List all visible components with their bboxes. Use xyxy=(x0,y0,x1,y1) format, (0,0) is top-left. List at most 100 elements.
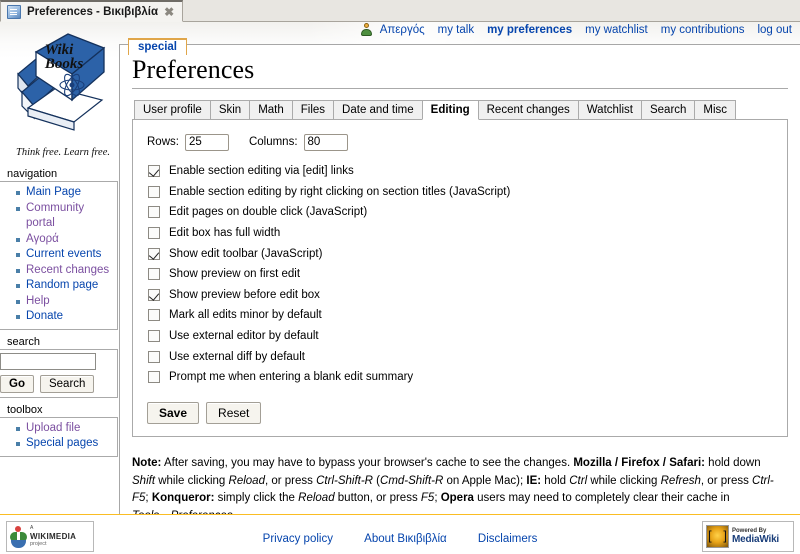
note-key-ctrl-shift-r: Ctrl-Shift-R xyxy=(316,474,373,487)
svg-text:Books: Books xyxy=(44,56,84,72)
personal-link-username[interactable]: Απεργός xyxy=(380,24,425,36)
tab-files[interactable]: Files xyxy=(291,99,335,120)
rows-input[interactable] xyxy=(184,133,229,151)
checkbox-show-preview-before-edit-box[interactable] xyxy=(148,288,160,301)
checkbox-show-preview-on-first-edit[interactable] xyxy=(148,268,160,281)
checkbox-mark-edits-minor[interactable] xyxy=(148,309,160,322)
tab-skin[interactable]: Skin xyxy=(209,99,251,120)
browser-tab-title: Preferences - Βικιβιβλία xyxy=(27,5,159,18)
sidebar-link-recent-changes[interactable]: Recent changes xyxy=(26,264,109,276)
toolbox-item-special-pages[interactable]: Special pages xyxy=(16,436,113,452)
namespace-tab-special[interactable]: special xyxy=(128,38,187,55)
footer-link-privacy-policy[interactable]: Privacy policy xyxy=(263,533,333,545)
personal-link-my-contributions[interactable]: my contributions xyxy=(661,24,745,36)
note-key-shift: Shift xyxy=(132,474,156,487)
option-row-show-edit-toolbar: Show edit toolbar (JavaScript) xyxy=(147,243,777,264)
wikibooks-logo-icon: Wiki Books xyxy=(17,33,106,131)
sidebar-link-main-page[interactable]: Main Page xyxy=(26,186,81,198)
page-title: Preferences xyxy=(132,55,788,89)
close-icon[interactable]: ✖ xyxy=(164,6,174,18)
browser-tab-strip: Preferences - Βικιβιβλία ✖ xyxy=(0,0,800,22)
note-text: on Apple Mac); xyxy=(443,474,527,487)
option-row-external-editor: Use external editor by default xyxy=(147,326,777,347)
option-row-edit-double-click: Edit pages on double click (JavaScript) xyxy=(147,202,777,223)
footer-link-disclaimers[interactable]: Disclaimers xyxy=(478,533,537,545)
checkbox-show-edit-toolbar[interactable] xyxy=(148,247,160,260)
option-row-section-edit-right-click: Enable section editing by right clicking… xyxy=(147,181,777,202)
tab-misc[interactable]: Misc xyxy=(694,99,737,120)
save-button[interactable]: Save xyxy=(147,402,200,425)
sidebar-item-community-portal[interactable]: Community portal xyxy=(16,201,113,232)
note-browser-ie: IE: xyxy=(526,474,542,487)
option-label: Use external editor by default xyxy=(169,329,319,342)
option-row-preview-first-edit: Show preview on first edit xyxy=(147,264,777,285)
sidebar-link-donate[interactable]: Donate xyxy=(26,310,63,322)
checkbox-prompt-blank-edit-summary[interactable] xyxy=(148,371,160,384)
sidebar-item-help[interactable]: Help xyxy=(16,294,113,310)
site-logo[interactable]: Wiki Books Think free. Learn free. xyxy=(0,24,118,158)
sidebar-item-agora[interactable]: Αγορά xyxy=(16,232,113,248)
search-go-button[interactable]: Go xyxy=(0,374,34,393)
site-tagline: Think free. Learn free. xyxy=(16,147,110,158)
search-fulltext-button[interactable]: Search xyxy=(39,374,95,393)
sidebar-link-community-portal[interactable]: Community portal xyxy=(26,202,84,230)
note-action-refresh: Refresh xyxy=(660,474,701,487)
note-action-reload: Reload xyxy=(228,474,265,487)
portlet-toolbox: toolbox Upload file Special pages xyxy=(0,404,118,457)
tab-search[interactable]: Search xyxy=(640,99,696,120)
personal-link-my-talk[interactable]: my talk xyxy=(438,24,474,36)
option-row-external-diff: Use external diff by default xyxy=(147,346,777,367)
option-label: Show preview on first edit xyxy=(169,268,301,281)
sidebar-link-agora[interactable]: Αγορά xyxy=(26,233,59,245)
checkbox-edit-on-double-click[interactable] xyxy=(148,206,160,219)
textbox-size-row: Rows: Columns: xyxy=(147,133,777,151)
toolbox-link-upload-file[interactable]: Upload file xyxy=(26,422,80,434)
personal-link-my-watchlist[interactable]: my watchlist xyxy=(585,24,648,36)
sidebar-item-current-events[interactable]: Current events xyxy=(16,247,113,263)
option-label: Enable section editing via [edit] links xyxy=(169,165,354,178)
sidebar-link-current-events[interactable]: Current events xyxy=(26,248,101,260)
sidebar-item-random-page[interactable]: Random page xyxy=(16,278,113,294)
rows-label: Rows: xyxy=(147,136,179,149)
note-browser-opera: Opera xyxy=(440,492,474,505)
mediawiki-badge-text: Powered By MediaWiki xyxy=(732,528,779,545)
mediawiki-sunflower-icon xyxy=(706,525,729,548)
personal-nav: Απεργός my talk my preferences my watchl… xyxy=(360,23,792,36)
personal-link-my-preferences[interactable]: my preferences xyxy=(487,24,572,36)
sidebar-link-help[interactable]: Help xyxy=(26,295,50,307)
columns-input[interactable] xyxy=(303,133,348,151)
tab-watchlist[interactable]: Watchlist xyxy=(577,99,642,120)
sidebar-item-main-page[interactable]: Main Page xyxy=(16,185,113,201)
tab-date-and-time[interactable]: Date and time xyxy=(333,99,423,120)
form-actions: Save Reset xyxy=(147,402,777,425)
note-text: hold down xyxy=(704,457,761,470)
portlet-navigation-heading: navigation xyxy=(7,168,58,180)
mediawiki-badge[interactable]: Powered By MediaWiki xyxy=(702,521,794,552)
sidebar-link-random-page[interactable]: Random page xyxy=(26,279,98,291)
toolbox-item-upload-file[interactable]: Upload file xyxy=(16,421,113,437)
footer-link-about[interactable]: About Βικιβιβλία xyxy=(364,533,447,545)
note-text: hold xyxy=(541,474,570,487)
tab-user-profile[interactable]: User profile xyxy=(134,99,211,120)
tab-math[interactable]: Math xyxy=(249,99,293,120)
tab-recent-changes[interactable]: Recent changes xyxy=(477,99,579,120)
toolbox-link-special-pages[interactable]: Special pages xyxy=(26,437,98,449)
portlet-search: search Go Search xyxy=(0,336,118,398)
option-label: Edit pages on double click (JavaScript) xyxy=(169,206,368,219)
search-input[interactable] xyxy=(0,352,96,370)
sidebar-item-recent-changes[interactable]: Recent changes xyxy=(16,263,113,279)
note-browser-mozilla: Mozilla / Firefox / Safari: xyxy=(573,457,705,470)
note-text: while clicking xyxy=(155,474,229,487)
sidebar-item-donate[interactable]: Donate xyxy=(16,309,113,325)
personal-link-log-out[interactable]: log out xyxy=(757,24,792,36)
checkbox-edit-box-full-width[interactable] xyxy=(148,226,160,239)
mediawiki-badge-line2: MediaWiki xyxy=(732,534,780,545)
checkbox-use-external-diff[interactable] xyxy=(148,350,160,363)
checkbox-use-external-editor[interactable] xyxy=(148,329,160,342)
checkbox-section-editing-right-click[interactable] xyxy=(148,185,160,198)
browser-tab[interactable]: Preferences - Βικιβιβλία ✖ xyxy=(0,0,184,22)
tab-editing[interactable]: Editing xyxy=(421,99,479,120)
note-text: button, or press xyxy=(334,492,421,505)
reset-button[interactable]: Reset xyxy=(206,402,262,425)
checkbox-enable-section-editing-links[interactable] xyxy=(148,165,160,178)
